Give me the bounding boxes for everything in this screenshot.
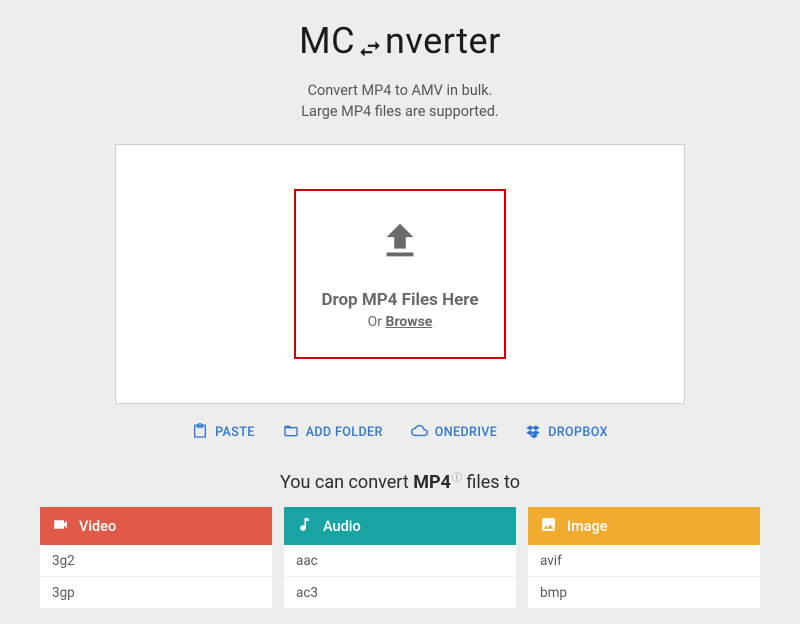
- browse-link[interactable]: Browse: [386, 314, 433, 330]
- drop-or: Or: [368, 314, 386, 330]
- video-column-title: Video: [79, 518, 116, 535]
- image-column: Image avif bmp: [528, 507, 760, 609]
- dropbox-icon: [525, 423, 541, 443]
- dropbox-label: DROPBOX: [548, 425, 608, 440]
- swap-horiz-icon: [357, 29, 383, 55]
- cloud-icon: [411, 422, 428, 443]
- add-folder-button[interactable]: ADD FOLDER: [283, 423, 383, 443]
- audio-column-header: Audio: [284, 507, 516, 545]
- dropbox-button[interactable]: DROPBOX: [525, 423, 608, 443]
- music-note-icon: [296, 516, 313, 537]
- site-logo: MC nverter: [299, 20, 501, 62]
- logo-prefix: MC: [299, 20, 355, 62]
- format-grid: Video 3g2 3gp Audio aac ac3 Image avif: [40, 507, 760, 609]
- image-column-header: Image: [528, 507, 760, 545]
- convert-format: MP4: [413, 472, 451, 493]
- subtitle-line-1: Convert MP4 to AMV in bulk.: [0, 80, 800, 101]
- clipboard-icon: [192, 423, 208, 443]
- format-item[interactable]: ac3: [284, 577, 516, 609]
- format-item[interactable]: aac: [284, 545, 516, 577]
- video-column: Video 3g2 3gp: [40, 507, 272, 609]
- convert-heading: You can convert MP4ⓘ files to: [0, 469, 800, 493]
- add-folder-label: ADD FOLDER: [306, 425, 383, 440]
- convert-tail: files to: [462, 472, 520, 493]
- video-column-header: Video: [40, 507, 272, 545]
- video-icon: [52, 516, 69, 537]
- upload-card: Drop MP4 Files Here Or Browse: [115, 144, 685, 404]
- upload-icon: [377, 218, 423, 268]
- onedrive-label: ONEDRIVE: [435, 425, 497, 440]
- drop-zone[interactable]: Drop MP4 Files Here Or Browse: [294, 189, 506, 359]
- page-subtitle: Convert MP4 to AMV in bulk. Large MP4 fi…: [0, 80, 800, 122]
- onedrive-button[interactable]: ONEDRIVE: [411, 422, 497, 443]
- audio-column-title: Audio: [323, 518, 361, 535]
- image-icon: [540, 516, 557, 537]
- upload-actions-row: PASTE ADD FOLDER ONEDRIVE DROPBOX: [0, 422, 800, 443]
- drop-subtext: Or Browse: [368, 314, 433, 330]
- convert-lead: You can convert: [280, 472, 413, 493]
- paste-label: PASTE: [215, 425, 255, 440]
- audio-column: Audio aac ac3: [284, 507, 516, 609]
- drop-title: Drop MP4 Files Here: [321, 290, 478, 310]
- folder-icon: [283, 423, 299, 443]
- subtitle-line-2: Large MP4 files are supported.: [0, 101, 800, 122]
- image-column-title: Image: [567, 518, 608, 535]
- paste-button[interactable]: PASTE: [192, 423, 255, 443]
- format-item[interactable]: 3g2: [40, 545, 272, 577]
- format-item[interactable]: 3gp: [40, 577, 272, 609]
- format-item[interactable]: bmp: [528, 577, 760, 609]
- logo-suffix: nverter: [385, 20, 501, 62]
- format-item[interactable]: avif: [528, 545, 760, 577]
- info-icon[interactable]: ⓘ: [452, 473, 462, 484]
